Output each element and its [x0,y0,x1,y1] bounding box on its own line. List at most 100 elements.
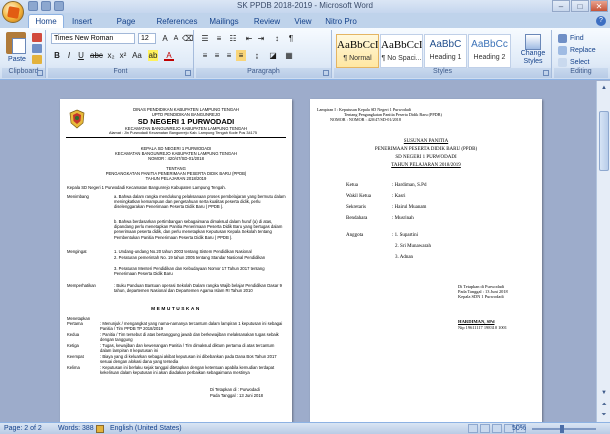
document-page-1[interactable]: DINAS PENDIDIKAN KABUPATEN LAMPUNG TENGA… [60,99,292,422]
full-screen-reading-icon[interactable] [480,424,490,433]
maximize-button[interactable]: □ [571,0,589,12]
copy-icon[interactable] [32,44,42,53]
font-size-select[interactable]: 12 [138,33,156,44]
style-normal[interactable]: AaBbCcI ¶ Normal [336,34,379,68]
document-page-2[interactable]: Lampiran I : Keputusan Kepala SD Negeri … [310,99,542,422]
underline-button[interactable]: U [76,50,86,61]
tab-view[interactable]: View [292,15,314,28]
style-sample: AaBbCcI [381,39,422,51]
kop-divider [66,137,286,138]
next-page-icon[interactable]: ⏷ [599,410,609,420]
status-words[interactable]: Words: 388 [58,423,94,434]
clear-formatting-icon[interactable]: ⌫ [182,33,193,44]
borders-icon[interactable]: ▦ [284,50,294,61]
bold-button[interactable]: B [52,50,62,61]
font-color-button[interactable]: A [164,50,174,61]
proofing-icon[interactable] [96,425,104,433]
tab-home[interactable]: Home [28,14,64,28]
style-name: ¶ No Spaci... [381,55,422,62]
paste-icon[interactable] [6,32,26,54]
style-sample: AaBbCc [471,39,508,50]
multilevel-list-icon[interactable]: ☷ [228,33,238,44]
decrease-indent-icon[interactable]: ⇤ [244,33,254,44]
minimize-button[interactable]: – [552,0,570,12]
justify-icon[interactable]: ≡ [236,50,246,61]
status-language[interactable]: English (United States) [110,423,182,434]
scroll-up-icon[interactable]: ▲ [599,83,609,93]
bullets-icon[interactable]: ☰ [200,33,210,44]
label-pertama: Pertama [67,321,83,326]
shrink-font-icon[interactable]: A [171,33,181,44]
label-keempat: Keempat [67,354,84,359]
sk-intro: Kepala SD Negeri 1 Purwodadi Kecamatan B… [67,185,226,190]
select-button[interactable]: Select [558,58,589,67]
school-name: SD NEGERI 1 PURWODADI [137,117,235,126]
shading-icon[interactable]: ◪ [268,50,278,61]
line-spacing-icon[interactable]: ↨ [252,50,262,61]
numbering-icon[interactable]: ≡ [214,33,224,44]
tab-page-layout[interactable]: Page Layout [104,15,148,39]
zoom-slider-knob[interactable] [560,425,564,433]
style-heading-2[interactable]: AaBbCc Heading 2 [468,34,511,68]
close-button[interactable]: ✕ [590,0,608,12]
style-heading-1[interactable]: AaBbC Heading 1 [424,34,467,68]
window-controls: – □ ✕ [552,0,608,12]
kelima-text: : Keputusan ini berlaku sejak tanggal di… [100,365,275,376]
font-launcher-icon[interactable] [185,70,191,76]
lampiran-nomor: NOMOR : NOMOR : 420/47/SD-01/2018 [330,117,401,122]
align-right-icon[interactable]: ≡ [224,50,234,61]
paste-button[interactable]: Paste [4,56,30,63]
show-marks-icon[interactable]: ¶ [286,33,296,44]
sort-icon[interactable]: ↕ [272,33,282,44]
font-name-select[interactable]: Times New Roman [51,33,135,44]
scroll-thumb[interactable] [599,111,609,171]
style-no-spacing[interactable]: AaBbCcI ¶ No Spaci... [380,34,423,68]
styles-group: AaBbCcI ¶ Normal AaBbCcI ¶ No Spaci... A… [334,30,552,78]
increase-indent-icon[interactable]: ⇥ [256,33,266,44]
style-name: ¶ Normal [343,55,372,62]
office-button[interactable] [2,1,24,23]
select-icon [558,58,567,67]
label-kelima: Kelima [67,365,80,370]
redo-icon[interactable] [54,1,64,11]
cut-icon[interactable] [32,33,42,42]
undo-icon[interactable] [41,1,51,11]
menimbang-b: b. Bahwa berdasarkan pertimbangan sebaga… [114,219,283,240]
label-kedua: Kedua [67,332,80,337]
save-icon[interactable] [28,1,38,11]
italic-button[interactable]: I [64,50,74,61]
status-page[interactable]: Page: 2 of 2 [4,423,42,434]
tab-mailings[interactable]: Mailings [206,15,242,28]
susunan-heading: SUSUNAN PANITIA [403,139,449,144]
zoom-slider[interactable] [532,425,596,433]
highlight-icon[interactable]: ab [148,50,158,61]
paragraph-launcher-icon[interactable] [323,70,329,76]
tab-insert[interactable]: Insert [68,15,96,28]
scroll-down-icon[interactable]: ▼ [599,388,609,398]
replace-button[interactable]: Replace [558,46,596,55]
format-painter-icon[interactable] [32,55,42,64]
tab-nitro-pro[interactable]: Nitro Pro [324,15,358,28]
tab-review[interactable]: Review [252,15,282,28]
zoom-level[interactable]: 50% [512,423,526,434]
help-icon[interactable]: ? [596,16,606,26]
print-layout-icon[interactable] [468,424,478,433]
clipboard-launcher-icon[interactable] [37,70,43,76]
align-center-icon[interactable]: ≡ [212,50,222,61]
strikethrough-icon[interactable]: abc [90,50,103,61]
office-logo-icon [7,6,20,19]
previous-page-icon[interactable]: ⏶ [599,400,609,410]
tab-references[interactable]: References [156,15,198,28]
find-button[interactable]: Find [558,34,584,43]
styles-launcher-icon[interactable] [543,70,549,76]
web-layout-icon[interactable] [492,424,502,433]
change-styles-button[interactable]: Change Styles [516,34,550,68]
grow-font-icon[interactable]: A [160,33,170,44]
document-area[interactable]: DINAS PENDIDIKAN KABUPATEN LAMPUNG TENGA… [0,81,596,422]
change-case-icon[interactable]: Aa [132,50,142,61]
font-group: Times New Roman 12 A A ⌫ B I U abc x₂ x²… [48,30,194,78]
subscript-icon[interactable]: x₂ [106,50,116,61]
vertical-scrollbar[interactable]: ▲ ▼ ⏶ ⏷ [596,81,610,422]
superscript-icon[interactable]: x² [118,50,128,61]
align-left-icon[interactable]: ≡ [200,50,210,61]
